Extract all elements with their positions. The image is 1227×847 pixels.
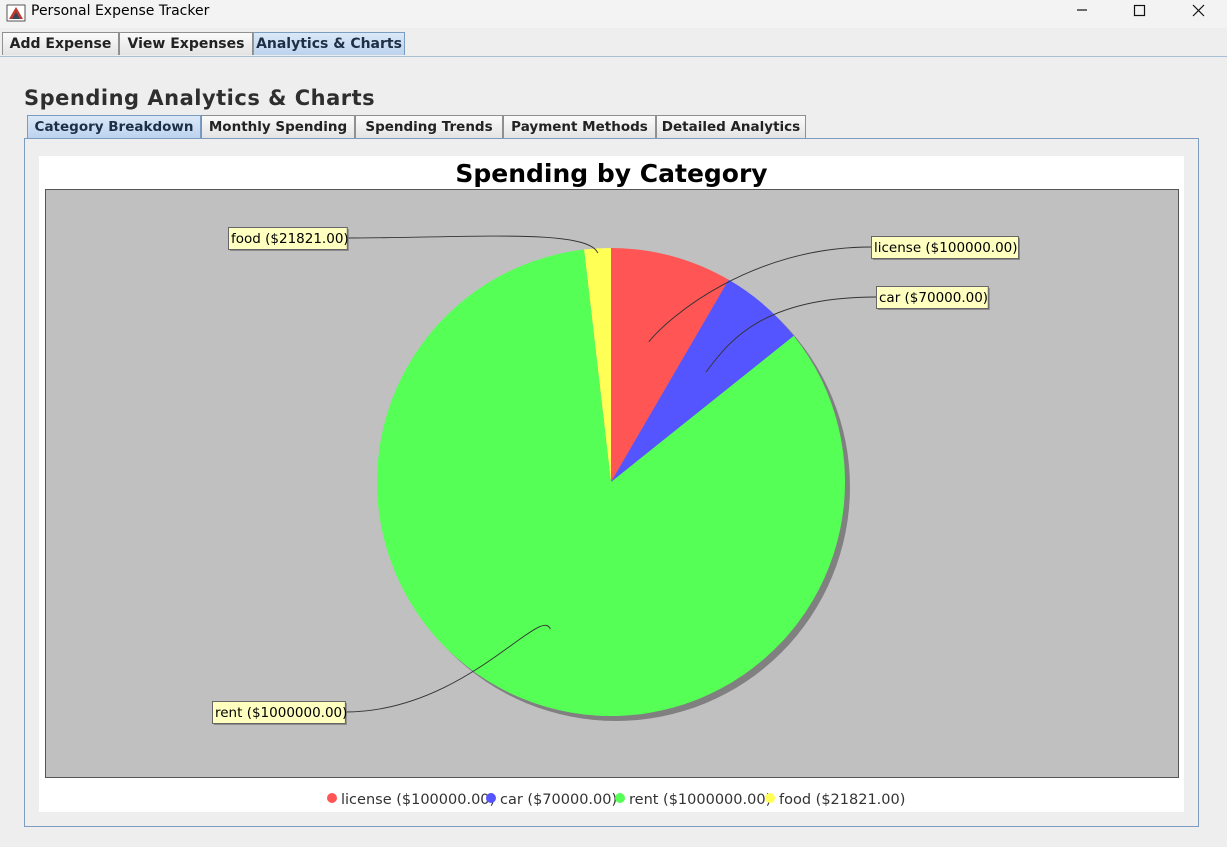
tab-detailed-analytics[interactable]: Detailed Analytics (656, 115, 806, 138)
title-bar: Personal Expense Tracker (0, 0, 1227, 28)
window-title: Personal Expense Tracker (31, 3, 210, 19)
close-button[interactable] (1175, 0, 1221, 28)
legend-item-license: license ($100000.00) (341, 792, 495, 808)
slice-label-food: food ($21821.00) (231, 231, 349, 247)
tab-payment-methods[interactable]: Payment Methods (503, 115, 656, 138)
tab-category-breakdown[interactable]: Category Breakdown (27, 115, 201, 138)
maximize-icon (1133, 4, 1146, 17)
main-tab-bar: Add Expense View Expenses Analytics & Ch… (0, 30, 1227, 57)
chart-frame: Spending by Category license ($100000.00)… (24, 138, 1199, 827)
section-title: Spending Analytics & Charts (24, 86, 376, 110)
legend-item-car: car ($70000.00) (500, 792, 617, 808)
slice-label-rent: rent ($1000000.00) (215, 705, 347, 721)
tab-analytics-charts[interactable]: Analytics & Charts (253, 32, 405, 55)
tab-view-expenses[interactable]: View Expenses (119, 32, 253, 55)
minimize-icon (1077, 9, 1087, 11)
chart-title: Spending by Category (455, 159, 767, 188)
legend-dot-food (765, 793, 775, 803)
pie-chart: Spending by Category license ($100000.00)… (45, 159, 1179, 808)
minimize-button[interactable] (1059, 0, 1105, 28)
slice-label-car: car ($70000.00) (879, 290, 988, 306)
maximize-button[interactable] (1117, 0, 1163, 28)
tab-monthly-spending[interactable]: Monthly Spending (201, 115, 355, 138)
analytics-panel: Spending Analytics & Charts Category Bre… (0, 57, 1227, 847)
close-icon (1192, 4, 1205, 17)
java-app-icon (6, 4, 26, 22)
legend-dot-car (486, 793, 496, 803)
tab-spending-trends[interactable]: Spending Trends (355, 115, 503, 138)
legend-dot-license (327, 793, 337, 803)
slice-label-license: license ($100000.00) (874, 240, 1018, 256)
tab-add-expense[interactable]: Add Expense (2, 32, 119, 55)
legend-item-rent: rent ($1000000.00) (629, 792, 771, 808)
legend-dot-rent (615, 793, 625, 803)
legend-item-food: food ($21821.00) (779, 792, 905, 808)
chart-panel: Spending by Category license ($100000.00)… (39, 156, 1184, 812)
